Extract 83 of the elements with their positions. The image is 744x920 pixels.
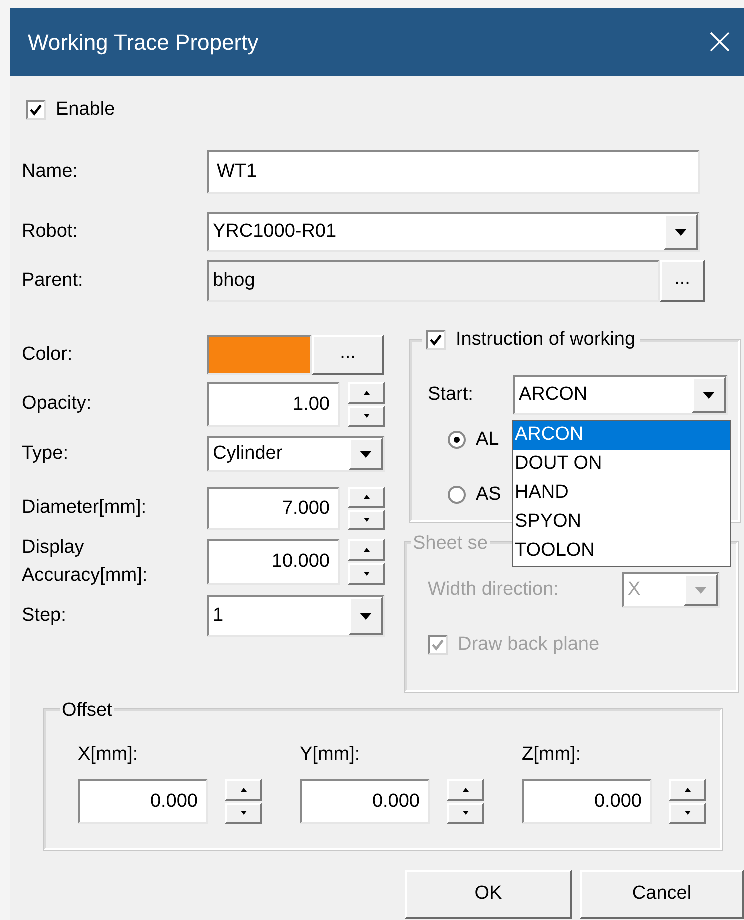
field-label: X[mm]: bbox=[78, 743, 140, 767]
name-field[interactable]: WT1 bbox=[207, 150, 700, 194]
parent-field[interactable]: bhog bbox=[207, 260, 660, 302]
dropdown-button[interactable] bbox=[349, 597, 383, 635]
field-label: Name: bbox=[22, 160, 78, 182]
checkbox-label: Draw back plane bbox=[458, 632, 600, 657]
radio-button[interactable] bbox=[448, 486, 466, 504]
caret-down-icon bbox=[364, 518, 370, 522]
browse-button[interactable]: ... bbox=[660, 260, 705, 302]
caret-down-icon bbox=[462, 811, 468, 816]
spin-down-button[interactable] bbox=[348, 563, 385, 585]
checkbox[interactable] bbox=[426, 330, 446, 350]
field-label: Start: bbox=[428, 384, 474, 405]
cancel-button[interactable]: Cancel bbox=[580, 870, 744, 919]
spin-down-button[interactable] bbox=[348, 510, 385, 530]
number-field[interactable]: 7.000 bbox=[207, 487, 340, 530]
checkmark-icon bbox=[431, 638, 445, 652]
spin-down-button[interactable] bbox=[225, 802, 262, 824]
ok-button[interactable]: OK bbox=[405, 870, 572, 919]
spin-up-button[interactable] bbox=[225, 779, 262, 800]
checkbox[interactable] bbox=[26, 100, 46, 120]
checkmark-icon bbox=[429, 333, 443, 348]
checkbox-label: Enable bbox=[56, 98, 116, 122]
number-field[interactable]: 0.000 bbox=[522, 779, 652, 824]
dropdown-select[interactable]: Cylinder bbox=[207, 436, 385, 472]
dropdown-button[interactable] bbox=[349, 438, 383, 470]
window-title: Working Trace Property bbox=[28, 28, 259, 57]
number-field[interactable]: 10.000 bbox=[207, 539, 340, 585]
color-picker-button[interactable]: ... bbox=[312, 335, 384, 375]
dropdown-select[interactable]: 1 bbox=[207, 595, 385, 637]
field-label: Z[mm]: bbox=[522, 743, 582, 767]
field-label: Step: bbox=[22, 604, 66, 626]
dropdown-select[interactable]: YRC1000-R01 bbox=[207, 212, 700, 252]
caret-down-icon bbox=[703, 392, 715, 398]
caret-up-icon bbox=[462, 788, 468, 792]
caret-up-icon bbox=[240, 788, 246, 792]
dropdown-button[interactable] bbox=[664, 214, 698, 250]
caret-down-icon bbox=[360, 450, 372, 458]
dropdown-option[interactable]: ARCON bbox=[513, 421, 730, 450]
dropdown-option[interactable]: HAND bbox=[513, 479, 730, 508]
spin-up-button[interactable] bbox=[447, 779, 484, 800]
close-icon[interactable] bbox=[710, 32, 730, 52]
caret-up-icon bbox=[684, 788, 690, 792]
field-label: Robot: bbox=[22, 220, 78, 242]
color-swatch[interactable] bbox=[209, 337, 310, 373]
field-label: Width direction: bbox=[428, 578, 559, 600]
caret-down-icon bbox=[360, 612, 372, 620]
radio-button[interactable] bbox=[448, 431, 466, 449]
number-field[interactable]: 0.000 bbox=[78, 779, 208, 824]
caret-down-icon bbox=[695, 586, 707, 594]
field-label: Display Accuracy[mm]: bbox=[22, 536, 148, 586]
field-label: Color: bbox=[22, 344, 73, 365]
number-field[interactable]: 1.00 bbox=[207, 382, 340, 427]
caret-up-icon bbox=[364, 548, 370, 552]
number-field[interactable]: 0.000 bbox=[300, 779, 430, 824]
dropdown-select[interactable]: ARCON bbox=[513, 375, 728, 415]
spin-up-button[interactable] bbox=[348, 539, 385, 561]
caret-down-icon bbox=[675, 228, 687, 236]
field-label: Diameter[mm]: bbox=[22, 497, 147, 518]
caret-down-icon bbox=[364, 414, 370, 418]
caret-down-icon bbox=[240, 811, 246, 816]
spin-down-button[interactable] bbox=[348, 406, 385, 427]
field-label: Opacity: bbox=[22, 393, 92, 414]
caret-down-icon bbox=[364, 572, 370, 576]
spin-down-button[interactable] bbox=[447, 802, 484, 824]
caret-up-icon bbox=[364, 390, 370, 395]
dropdown-option[interactable]: SPYON bbox=[513, 508, 730, 537]
spin-up-button[interactable] bbox=[348, 487, 385, 508]
dropdown-option[interactable]: DOUT ON bbox=[513, 450, 730, 479]
spin-up-button[interactable] bbox=[669, 779, 706, 800]
caret-down-icon bbox=[684, 811, 690, 816]
dropdown-button[interactable] bbox=[692, 377, 726, 413]
dropdown-option[interactable]: TOOLON bbox=[513, 537, 730, 566]
radio-label: AL bbox=[476, 428, 500, 452]
field-label: Type: bbox=[22, 442, 68, 464]
group-title: Instruction of working bbox=[456, 328, 636, 352]
caret-up-icon bbox=[364, 495, 370, 500]
spin-up-button[interactable] bbox=[348, 382, 385, 404]
field-label: Y[mm]: bbox=[300, 743, 362, 767]
checkmark-icon bbox=[29, 103, 43, 117]
radio-label: AS bbox=[476, 482, 502, 507]
spin-down-button[interactable] bbox=[669, 802, 706, 824]
field-label: Parent: bbox=[22, 270, 84, 291]
